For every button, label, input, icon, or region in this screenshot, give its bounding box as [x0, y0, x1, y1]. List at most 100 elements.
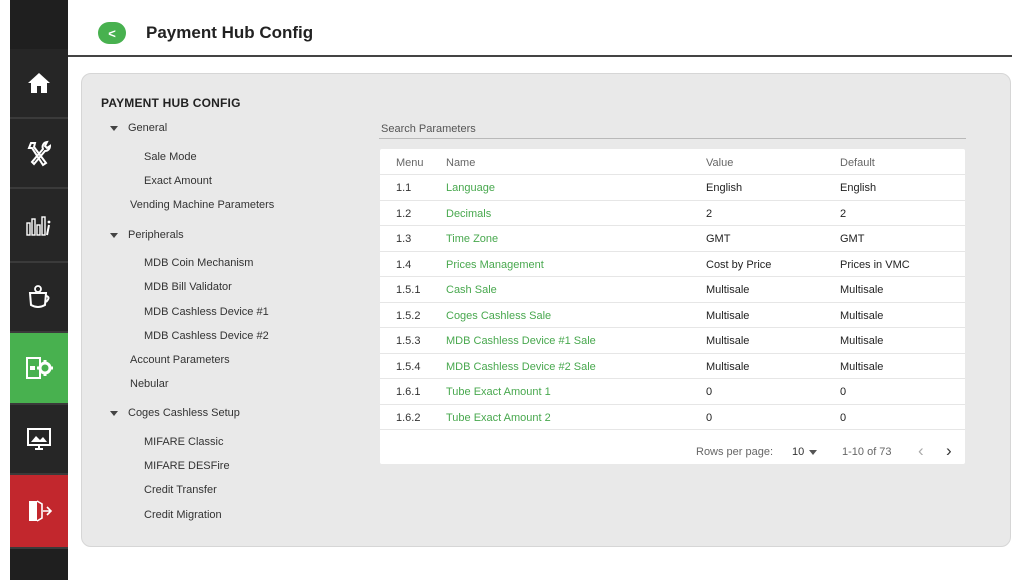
cell-default: GMT	[840, 233, 865, 245]
cell-name-link[interactable]: Tube Exact Amount 1	[446, 386, 551, 398]
table-pagination: Rows per page: 10 1-10 of 73 ‹ ›	[380, 429, 965, 465]
tree-item-credit-migration[interactable]: Credit Migration	[144, 509, 222, 521]
cell-default: Prices in VMC	[840, 258, 910, 271]
cell-name-link[interactable]: Coges Cashless Sale	[446, 310, 551, 322]
cell-name-link[interactable]: Language	[446, 182, 495, 194]
tree-label: MDB Cashless Device #2	[144, 330, 269, 342]
tree-item-nebular[interactable]: Nebular	[130, 378, 169, 390]
tree-group-peripherals[interactable]: Peripherals	[110, 229, 184, 241]
table-row[interactable]: 1.4 Prices Management Cost by Price Prices …	[380, 250, 965, 277]
cell-menu: 1.2	[396, 207, 412, 220]
cell-name-link[interactable]: Decimals	[446, 208, 491, 220]
tree-item-sale-mode[interactable]: Sale Mode	[144, 151, 197, 163]
nav-exit[interactable]	[10, 475, 68, 549]
cell-value: Multisale	[706, 284, 750, 296]
tree-item-vending-machine-parameters[interactable]: Vending Machine Parameters	[130, 199, 274, 211]
tree-item-account-parameters[interactable]: Account Parameters	[130, 354, 230, 366]
tree-item-mifare-classic[interactable]: MIFARE Classic	[144, 436, 223, 448]
search-input[interactable]: Search Parameters	[381, 123, 476, 135]
rows-per-page-label: Rows per page:	[696, 446, 774, 458]
chevron-right-icon[interactable]: ›	[946, 441, 952, 461]
caret-down-icon	[110, 232, 118, 238]
cell-default: Multisale	[840, 309, 884, 322]
cell-menu: 1.5.3	[396, 335, 421, 347]
header: < Payment Hub Config	[68, 0, 1012, 57]
tree-label: Sale Mode	[144, 151, 197, 163]
sidebar	[10, 0, 68, 580]
nav-payment-settings[interactable]	[10, 333, 68, 405]
pagination-range: 1-10 of 73	[842, 446, 892, 458]
cell-menu: 1.5.2	[396, 309, 421, 322]
exit-icon	[25, 497, 53, 525]
nav-coffee-settings[interactable]	[10, 263, 68, 333]
caret-down-icon	[110, 410, 118, 416]
tree-item-mdb-cashless-device-1[interactable]: MDB Cashless Device #1	[144, 306, 269, 318]
nav-home[interactable]	[10, 49, 68, 119]
tree-label: Account Parameters	[130, 354, 230, 366]
cell-name-link[interactable]: Time Zone	[446, 233, 498, 245]
tree-label: Coges Cashless Setup	[128, 407, 240, 419]
back-button[interactable]: <	[98, 22, 126, 44]
cell-value: Cost by Price	[706, 258, 772, 271]
table-row[interactable]: 1.6.2 Tube Exact Amount 2 0 0	[380, 403, 965, 430]
tree-item-mdb-coin-mechanism[interactable]: MDB Coin Mechanism	[144, 257, 253, 269]
tree-item-exact-amount[interactable]: Exact Amount	[144, 175, 212, 187]
payment-settings-icon	[24, 354, 54, 382]
table-row[interactable]: 1.2 Decimals 2 2	[380, 199, 965, 226]
tree-item-mdb-cashless-device-2[interactable]: MDB Cashless Device #2	[144, 330, 269, 342]
tree-item-mdb-bill-validator[interactable]: MDB Bill Validator	[144, 281, 232, 293]
cell-menu: 1.3	[396, 233, 412, 245]
column-header-default[interactable]: Default	[840, 157, 875, 169]
cell-menu: 1.5.1	[396, 284, 421, 296]
tree-group-general[interactable]: General	[110, 122, 167, 134]
table-row[interactable]: 1.5.4 MDB Cashless Device #2 Sale Multisal…	[380, 352, 965, 379]
parameters-table: Menu Name Value Default 1.1 Language Engli…	[380, 149, 965, 464]
cell-name-link[interactable]: MDB Cashless Device #2 Sale	[446, 361, 596, 373]
tree-label: General	[128, 122, 168, 134]
cell-value: Multisale	[706, 360, 750, 373]
caret-down-icon	[110, 125, 118, 131]
column-header-value[interactable]: Value	[706, 157, 733, 169]
cell-value: 0	[706, 386, 713, 398]
tree-group-coges-cashless-setup[interactable]: Coges Cashless Setup	[110, 407, 240, 419]
cell-menu: 1.4	[396, 258, 412, 271]
tree-label: MDB Cashless Device #1	[144, 306, 269, 318]
display-icon	[25, 426, 53, 452]
table-row[interactable]: 1.1 Language English English	[380, 174, 965, 200]
cell-name-link[interactable]: Prices Management	[446, 259, 544, 271]
cell-value: Multisale	[706, 335, 750, 347]
table-row[interactable]: 1.6.1 Tube Exact Amount 1 0 0	[380, 378, 965, 404]
tree-label: MIFARE Classic	[144, 436, 224, 448]
chevron-left-icon[interactable]: ‹	[918, 441, 924, 461]
search-underline	[379, 138, 966, 139]
table-row[interactable]: 1.3 Time Zone GMT GMT	[380, 225, 965, 251]
nav-statistics[interactable]	[10, 189, 68, 263]
cell-menu: 1.6.1	[396, 386, 421, 398]
table-row[interactable]: 1.5.1 Cash Sale Multisale Multisale	[380, 276, 965, 302]
table-row[interactable]: 1.5.3 MDB Cashless Device #1 Sale Multisal…	[380, 327, 965, 353]
nav-tools[interactable]	[10, 119, 68, 189]
cell-default: Multisale	[840, 284, 884, 296]
tree-item-mifare-desfire[interactable]: MIFARE DESFire	[144, 460, 230, 472]
page-title: Payment Hub Config	[146, 23, 314, 42]
table-row[interactable]: 1.5.2 Coges Cashless Sale Multisale Multisa…	[380, 301, 965, 328]
chevron-left-icon: <	[108, 25, 116, 41]
cell-value: Multisale	[706, 309, 750, 322]
cell-name-link[interactable]: MDB Cashless Device #1 Sale	[446, 335, 596, 347]
rows-per-page-select[interactable]: 10	[792, 446, 804, 458]
cell-name-link[interactable]: Tube Exact Amount 2	[446, 412, 551, 424]
tree-item-credit-transfer[interactable]: Credit Transfer	[144, 484, 217, 496]
caret-down-icon[interactable]	[809, 450, 817, 455]
cell-menu: 1.5.4	[396, 360, 421, 373]
cell-name-link[interactable]: Cash Sale	[446, 284, 497, 296]
cell-menu: 1.1	[396, 182, 412, 194]
cell-default: 0	[840, 386, 847, 398]
column-header-name[interactable]: Name	[446, 157, 475, 169]
cell-value: GMT	[706, 233, 731, 245]
column-header-menu[interactable]: Menu	[396, 157, 424, 169]
tree-label: Exact Amount	[144, 175, 212, 187]
tree-label: Nebular	[130, 378, 169, 390]
cell-value: 0	[706, 411, 713, 424]
nav-display[interactable]	[10, 405, 68, 475]
tree-label: Peripherals	[128, 229, 184, 241]
